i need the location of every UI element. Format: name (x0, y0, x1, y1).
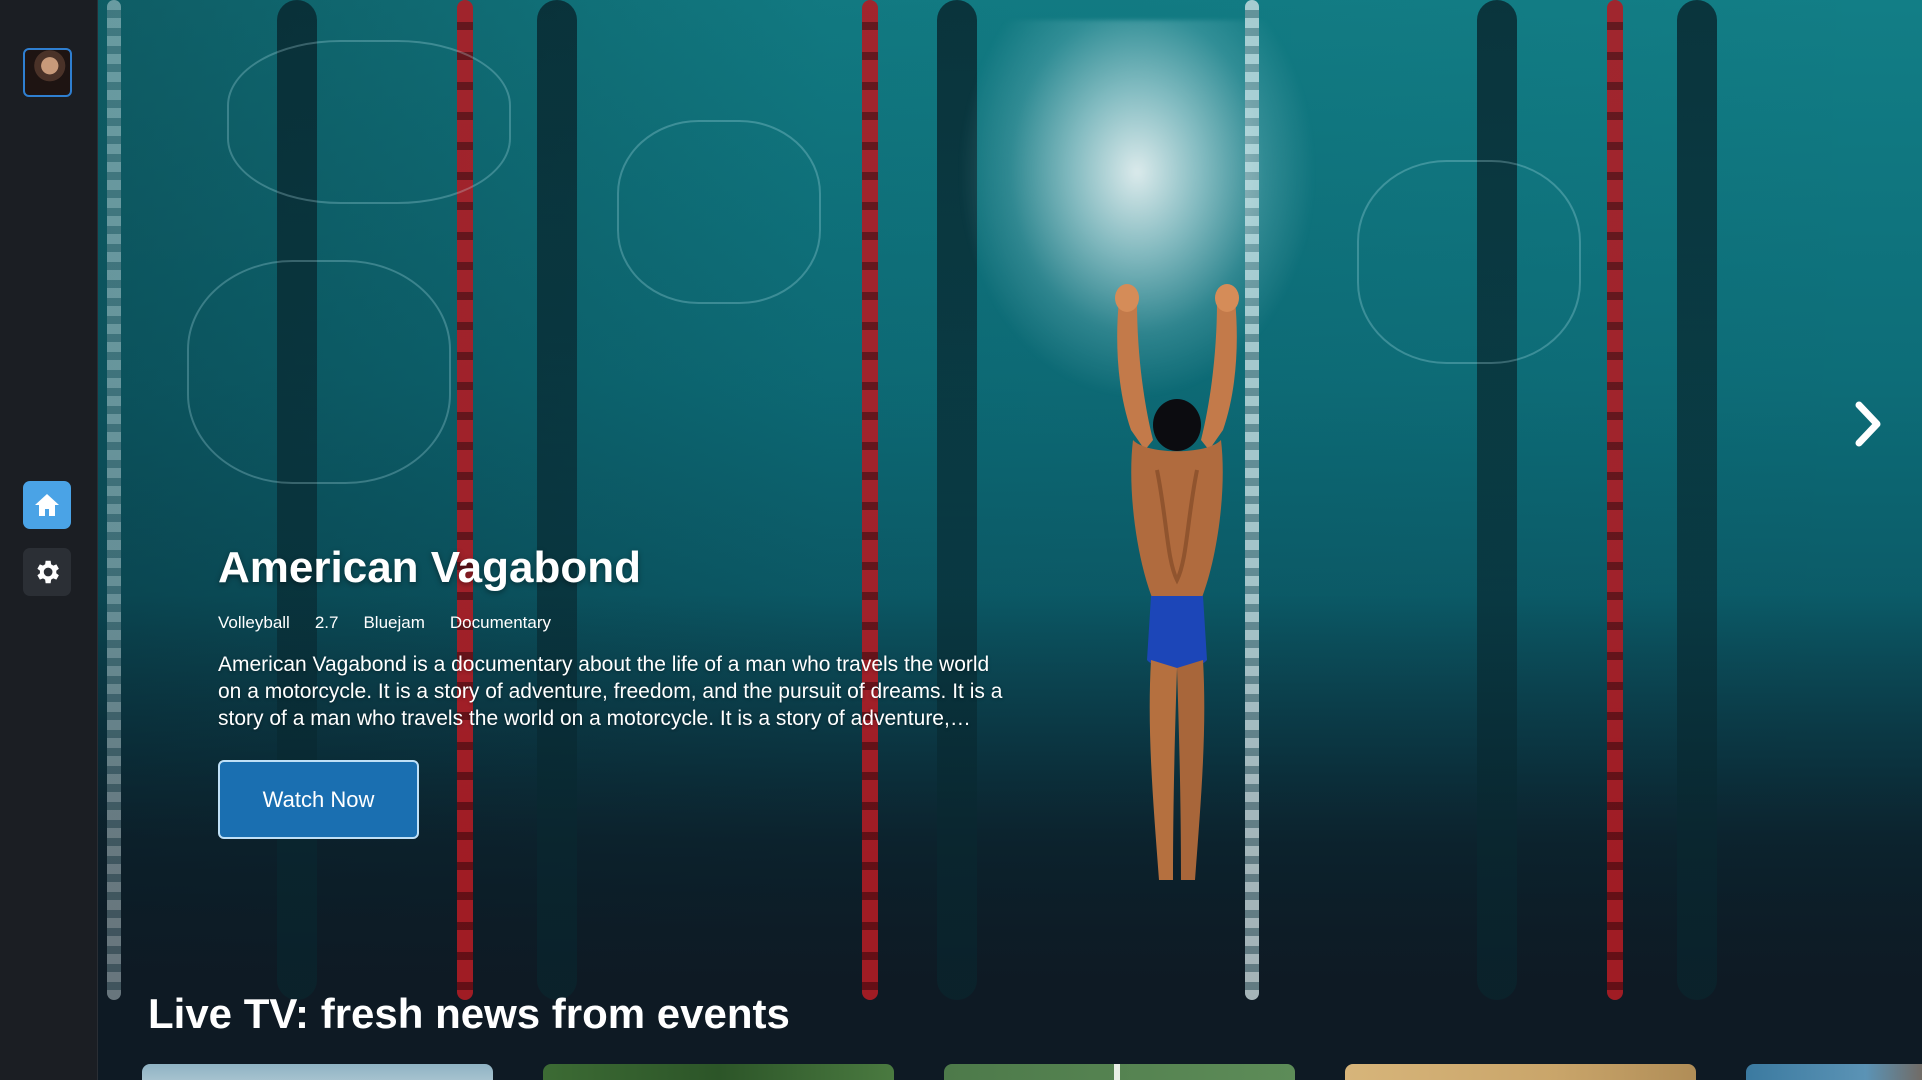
water-ripple (1357, 160, 1581, 364)
water-ripple (227, 40, 511, 204)
live-tv-card[interactable] (944, 1064, 1295, 1080)
live-tv-title: Live TV: fresh news from events (148, 990, 790, 1037)
app-root: American Vagabond Volleyball 2.7 Bluejam… (0, 0, 1922, 1080)
water-ripple (617, 120, 821, 304)
hero-meta: Volleyball 2.7 Bluejam Documentary (218, 612, 1018, 634)
live-tv-card[interactable] (142, 1064, 493, 1080)
lane-marker (1677, 0, 1717, 1000)
lane-rope (107, 0, 121, 1000)
hero-meta-studio: Bluejam (363, 613, 425, 632)
hero-title: American Vagabond (218, 543, 642, 592)
lane-marker (1477, 0, 1517, 1000)
live-tv-card[interactable] (1345, 1064, 1696, 1080)
hero-description: American Vagabond is a documentary about… (218, 653, 1003, 730)
gear-icon (37, 560, 59, 584)
settings-button[interactable] (23, 548, 71, 596)
live-tv-card[interactable] (1746, 1064, 1922, 1080)
lane-rope (862, 0, 878, 1000)
home-button[interactable] (23, 481, 71, 529)
hero-info: American Vagabond Volleyball 2.7 Bluejam… (218, 540, 1018, 839)
lane-marker (537, 0, 577, 1000)
pitch-line (1114, 1064, 1120, 1080)
lane-rope (1607, 0, 1623, 1000)
hero-meta-sport: Volleyball (218, 613, 290, 632)
home-icon (35, 494, 59, 516)
hero-meta-genre: Documentary (449, 613, 551, 632)
watch-now-button[interactable]: Watch Now (218, 760, 419, 839)
hero-next-button[interactable] (1844, 400, 1892, 448)
avatar[interactable] (23, 48, 72, 97)
sidebar (0, 0, 98, 1080)
hero-meta-rating: 2.7 (314, 613, 339, 632)
water-ripple (187, 260, 451, 484)
chevron-right-icon (1855, 401, 1881, 447)
swimmer-figure (1115, 284, 1239, 880)
live-tv-card[interactable] (543, 1064, 894, 1080)
